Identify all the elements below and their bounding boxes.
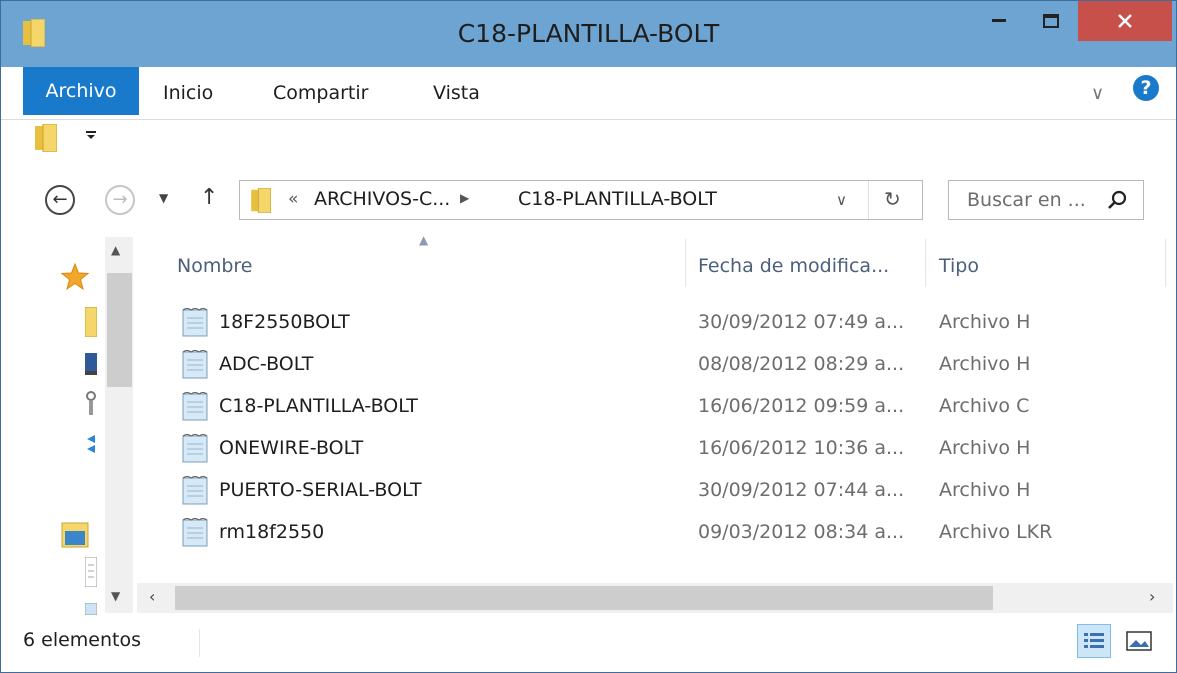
- network-icon[interactable]: [85, 433, 97, 455]
- libraries-folder-icon[interactable]: [61, 519, 89, 549]
- close-icon: [1118, 14, 1132, 28]
- text-file-icon: [182, 308, 208, 337]
- column-divider[interactable]: [1165, 239, 1166, 287]
- file-name: 18F2550BOLT: [219, 311, 350, 333]
- minimize-button[interactable]: [973, 1, 1025, 41]
- minimize-icon: [992, 19, 1006, 22]
- explorer-window: C18-PLANTILLA-BOLT Archivo Inicio Compar…: [0, 0, 1177, 673]
- refresh-icon[interactable]: ↻: [884, 187, 901, 211]
- file-row[interactable]: PUERTO-SERIAL-BOLT 30/09/2012 07:44 a...…: [137, 469, 1167, 511]
- file-date: 16/06/2012 10:36 a...: [698, 437, 905, 459]
- file-type: Archivo LKR: [939, 521, 1053, 543]
- horizontal-scrollbar[interactable]: ‹ ›: [137, 583, 1173, 613]
- column-header-date[interactable]: Fecha de modifica...: [698, 255, 889, 277]
- details-view-icon: [1084, 633, 1104, 648]
- file-row[interactable]: C18-PLANTILLA-BOLT 16/06/2012 09:59 a...…: [137, 385, 1167, 427]
- text-file-icon: [182, 518, 208, 547]
- column-headers: ▲ Nombre Fecha de modifica... Tipo: [137, 233, 1167, 293]
- file-name: PUERTO-SERIAL-BOLT: [219, 479, 422, 501]
- search-input[interactable]: Buscar en ...: [948, 180, 1144, 220]
- file-row[interactable]: ADC-BOLT 08/08/2012 08:29 a... Archivo H: [137, 343, 1167, 385]
- computer-icon[interactable]: [85, 353, 97, 375]
- tab-compartir[interactable]: Compartir: [273, 67, 368, 119]
- text-file-icon: [182, 434, 208, 463]
- homegroup-icon[interactable]: [85, 391, 97, 417]
- tab-archivo[interactable]: Archivo: [23, 67, 139, 115]
- file-date: 09/03/2012 08:34 a...: [698, 521, 905, 543]
- scrollbar-thumb[interactable]: [175, 586, 993, 610]
- file-type: Archivo C: [939, 395, 1030, 417]
- file-row[interactable]: rm18f2550 09/03/2012 08:34 a... Archivo …: [137, 511, 1167, 553]
- file-type: Archivo H: [939, 311, 1031, 333]
- text-file-icon: [182, 392, 208, 421]
- breadcrumb-separator-icon[interactable]: ▶: [460, 191, 469, 205]
- address-dropdown-icon[interactable]: ∨: [836, 191, 847, 209]
- large-icons-view-icon[interactable]: [1123, 626, 1155, 656]
- file-name: rm18f2550: [219, 521, 325, 543]
- recent-locations-dropdown-icon[interactable]: ▼: [159, 191, 168, 205]
- quick-access-toolbar: [1, 120, 1176, 162]
- breadcrumb-item[interactable]: C18-PLANTILLA-BOLT: [518, 188, 717, 210]
- close-button[interactable]: [1078, 1, 1172, 41]
- scroll-down-icon[interactable]: ▼: [111, 589, 120, 603]
- file-date: 30/09/2012 07:49 a...: [698, 311, 905, 333]
- scroll-up-icon[interactable]: ▲: [111, 243, 120, 257]
- file-date: 08/08/2012 08:29 a...: [698, 353, 905, 375]
- file-type: Archivo H: [939, 479, 1031, 501]
- scroll-left-icon[interactable]: ‹: [149, 587, 155, 606]
- help-icon[interactable]: ?: [1133, 75, 1159, 101]
- column-divider[interactable]: [685, 239, 686, 287]
- file-type: Archivo H: [939, 353, 1031, 375]
- folder-icon: [251, 188, 271, 213]
- text-file-icon: [182, 350, 208, 379]
- column-divider[interactable]: [925, 239, 926, 287]
- address-bar[interactable]: « ARCHIVOS-C... ▶ C18-PLANTILLA-BOLT ∨ ↻: [239, 180, 923, 220]
- file-date: 30/09/2012 07:44 a...: [698, 479, 905, 501]
- details-view-button[interactable]: [1077, 624, 1111, 658]
- ribbon-tabs: Archivo Inicio Compartir Vista: [1, 67, 1176, 120]
- file-name: C18-PLANTILLA-BOLT: [219, 395, 418, 417]
- divider: [199, 629, 200, 657]
- breadcrumb-overflow[interactable]: «: [288, 189, 298, 209]
- column-header-type[interactable]: Tipo: [939, 255, 979, 277]
- search-icon[interactable]: [1107, 190, 1127, 210]
- folder-icon[interactable]: [35, 124, 57, 152]
- status-bar: 6 elementos: [1, 619, 1176, 672]
- file-date: 16/06/2012 09:59 a...: [698, 395, 905, 417]
- back-button[interactable]: ←: [45, 185, 75, 215]
- file-row[interactable]: 18F2550BOLT 30/09/2012 07:49 a... Archiv…: [137, 301, 1167, 343]
- search-placeholder: Buscar en ...: [967, 189, 1086, 211]
- forward-button[interactable]: →: [105, 185, 135, 215]
- favorites-star-icon[interactable]: [61, 263, 89, 291]
- image-icon[interactable]: [85, 603, 97, 615]
- scrollbar-thumb[interactable]: [107, 273, 132, 387]
- text-file-icon: [182, 476, 208, 505]
- file-row[interactable]: ONEWIRE-BOLT 16/06/2012 10:36 a... Archi…: [137, 427, 1167, 469]
- tab-inicio[interactable]: Inicio: [163, 67, 213, 119]
- document-icon[interactable]: [85, 557, 97, 587]
- file-name: ONEWIRE-BOLT: [219, 437, 364, 459]
- expand-ribbon-chevron-icon[interactable]: ∨: [1091, 83, 1104, 104]
- sort-ascending-icon: ▲: [419, 233, 429, 247]
- column-header-name[interactable]: Nombre: [177, 255, 253, 277]
- divider: [868, 181, 869, 219]
- customize-toolbar-dropdown-icon[interactable]: [85, 129, 97, 141]
- maximize-button[interactable]: [1025, 1, 1077, 41]
- maximize-icon: [1043, 14, 1059, 28]
- breadcrumb-item[interactable]: ARCHIVOS-C...: [314, 188, 450, 210]
- tab-vista[interactable]: Vista: [433, 67, 480, 119]
- up-arrow-icon[interactable]: ↑: [200, 185, 218, 210]
- item-count: 6 elementos: [23, 629, 141, 651]
- folder-icon[interactable]: [85, 307, 97, 337]
- file-name: ADC-BOLT: [219, 353, 314, 375]
- scroll-right-icon[interactable]: ›: [1149, 587, 1155, 606]
- file-type: Archivo H: [939, 437, 1031, 459]
